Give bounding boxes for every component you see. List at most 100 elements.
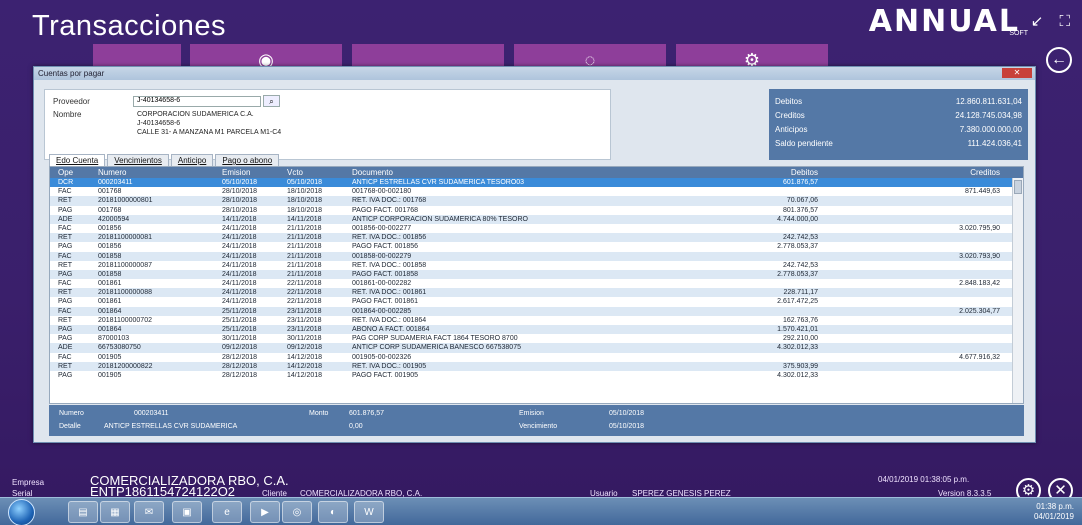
search-icon: ⌕: [269, 97, 274, 106]
header-creditos[interactable]: Creditos: [840, 168, 1000, 177]
totals-label: Saldo pendiente: [775, 139, 833, 148]
detail-panel: Numero 000203411 Monto 601.876,57 Emisio…: [49, 405, 1024, 436]
dialog-title-bar: Cuentas por pagar ✕: [34, 67, 1035, 80]
desktop-icon[interactable]: ▦: [100, 501, 130, 523]
table-row[interactable]: PAG 001856 24/11/2018 21/11/2018 PAGO FACT. …: [50, 242, 1023, 251]
explorer-icon[interactable]: ▤: [68, 501, 98, 523]
table-row[interactable]: RET 20181000000801 28/10/2018 18/10/2018 RET…: [50, 196, 1023, 206]
media-icon[interactable]: ▶: [250, 501, 280, 523]
search-button[interactable]: ⌕: [263, 95, 280, 107]
provider-info-panel: Proveedor J-40134658-6 ⌕ Nombre CORPORAC…: [44, 89, 611, 160]
totals-value: 12.860.811.631,04: [955, 97, 1022, 106]
table-cell: PAGO FACT. 001905: [352, 371, 419, 379]
table-cell: 4.302.012,33: [777, 371, 818, 379]
tab-edo-cuenta[interactable]: Edo Cuenta: [49, 154, 106, 166]
window-controls[interactable]: ↙ ⛶: [1031, 12, 1076, 30]
table-cell: 001864: [98, 326, 122, 333]
tab-vencimientos[interactable]: Vencimientos: [107, 154, 169, 166]
nombre-line-1: CORPORACION SUDAMERICA C.A.: [137, 111, 254, 118]
grid-header: Ope Numero Emision Vcto Documento Debito…: [50, 167, 1023, 178]
table-cell: 001905: [98, 371, 122, 379]
table-cell: 001858-00-002279: [352, 252, 412, 260]
chrome-icon[interactable]: ◎: [282, 501, 312, 523]
table-cell: 23/11/2018: [287, 307, 322, 315]
table-row[interactable]: ADE 66753080750 09/12/2018 09/12/2018 ANTICP…: [50, 343, 1023, 353]
header-emision[interactable]: Emision: [222, 168, 282, 177]
table-row[interactable]: ADE 42000594 14/11/2018 14/11/2018 ANTICP CO…: [50, 214, 1023, 224]
table-row[interactable]: PAG 001905 28/12/2018 14/12/2018 PAGO FACT. …: [50, 371, 1023, 380]
table-cell: 09/12/2018: [287, 344, 323, 352]
word-icon[interactable]: W: [354, 501, 384, 523]
table-row[interactable]: PAG 001861 24/11/2018 22/11/2018 PAGO FACT. …: [50, 297, 1023, 306]
table-cell: 21/11/2018: [287, 243, 322, 251]
table-cell: 20181100000081: [98, 234, 152, 242]
table-cell: PAG: [58, 243, 73, 251]
back-button[interactable]: ←: [1046, 47, 1072, 73]
header-numero[interactable]: Numero: [98, 168, 218, 177]
detail-vencimiento-value: 05/10/2018: [609, 423, 645, 430]
header-ope[interactable]: Ope: [58, 168, 98, 177]
table-cell: 2.778.053,37: [777, 243, 818, 251]
table-cell: 18/10/2018: [287, 197, 323, 205]
table-cell: 20181000000801: [98, 197, 153, 205]
table-row[interactable]: PAG 87000103 30/11/2018 30/11/2018 PAG CORP …: [50, 334, 1023, 343]
table-row[interactable]: FAC 001856 24/11/2018 21/11/2018 001856-00-0…: [50, 224, 1023, 233]
table-cell: 23/11/2018: [287, 316, 322, 324]
table-row[interactable]: FAC 001861 24/11/2018 22/11/2018 001861-00-0…: [50, 279, 1023, 288]
ie-icon[interactable]: e: [212, 501, 242, 523]
dialog-close-button[interactable]: ✕: [1002, 68, 1032, 78]
table-row[interactable]: FAC 001905 28/12/2018 14/12/2018 001905-00-0…: [50, 353, 1023, 362]
table-cell: PAGO FACT. 001861: [352, 298, 419, 306]
header-vcto[interactable]: Vcto: [287, 168, 345, 177]
table-cell: 375.903,99: [782, 362, 818, 370]
table-row[interactable]: PAG 001768 28/10/2018 18/10/2018 PAGO FACT. …: [50, 206, 1023, 215]
outlook-icon[interactable]: ✉: [134, 501, 164, 523]
table-row[interactable]: RET 20181100000702 25/11/2018 23/11/2018 RET…: [50, 316, 1023, 325]
tab-pago-abono[interactable]: Pago o abono: [215, 154, 280, 166]
app-window: Transacciones ANNUAL SOFT ↙ ⛶ ← ◉ ◌ ⚙ Cu…: [0, 0, 1082, 503]
grid-scrollbar[interactable]: [1012, 178, 1023, 403]
table-cell: RET: [58, 234, 72, 242]
header-documento[interactable]: Documento: [352, 168, 772, 177]
table-row[interactable]: RET 20181100000087 24/11/2018 21/11/2018 RET…: [50, 261, 1023, 270]
tab-bar: Edo Cuenta Vencimientos Anticipo Pago o …: [49, 154, 280, 166]
table-row[interactable]: RET 20181200000822 28/12/2018 14/12/2018 RET…: [50, 361, 1023, 371]
table-cell: 28/10/2018: [222, 188, 258, 196]
system-tray[interactable]: 01:38 p.m. 04/01/2019: [1034, 502, 1074, 522]
table-cell: 87000103: [98, 335, 130, 343]
monitor-icon[interactable]: ▣: [172, 501, 202, 523]
table-cell: 001858: [98, 252, 122, 260]
table-row[interactable]: PAG 001858 24/11/2018 21/11/2018 PAGO FACT. …: [50, 269, 1023, 280]
tab-anticipo[interactable]: Anticipo: [170, 154, 214, 166]
table-cell: 24/11/2018: [222, 224, 257, 232]
table-row[interactable]: FAC 001864 25/11/2018 23/11/2018 001864-00-0…: [50, 306, 1023, 316]
table-cell: 21/11/2018: [287, 224, 322, 232]
scrollbar-thumb[interactable]: [1014, 180, 1022, 194]
table-cell: 14/11/2018: [287, 215, 322, 223]
table-cell: 4.744.000,00: [777, 215, 818, 223]
table-cell: 18/10/2018: [287, 188, 323, 196]
table-row[interactable]: PAG 001864 25/11/2018 23/11/2018 ABONO A FAC…: [50, 325, 1023, 335]
table-row[interactable]: FAC 001768 28/10/2018 18/10/2018 001768-00-0…: [50, 187, 1023, 196]
status-datetime: 04/01/2019 01:38:05 p.m.: [878, 475, 970, 484]
table-cell: 28/12/2018: [222, 371, 258, 379]
start-button[interactable]: [8, 499, 35, 525]
table-cell: 20181100000087: [98, 261, 152, 269]
detail-detalle-value: ANTICP ESTRELLAS CVR SUDAMERICA: [104, 423, 238, 430]
proveedor-input[interactable]: J-40134658-6: [133, 96, 261, 107]
table-cell: 20181100000702: [98, 316, 152, 324]
annual-icon[interactable]: ◐: [318, 501, 348, 523]
table-row[interactable]: FAC 001858 24/11/2018 21/11/2018 001858-00-0…: [50, 251, 1023, 261]
table-cell: 70.067,06: [786, 197, 818, 205]
transactions-grid: Ope Numero Emision Vcto Documento Debito…: [49, 166, 1024, 404]
back-arrow-icon: ←: [1051, 51, 1067, 68]
cuentas-dialog: Cuentas por pagar ✕ Proveedor J-40134658…: [33, 66, 1036, 443]
nombre-line-3: CALLE 31- A MANZANA M1 PARCELA M1-C4: [137, 129, 282, 136]
table-cell: 18/10/2018: [287, 206, 323, 214]
table-cell: PAGO FACT. 001768: [352, 206, 419, 214]
table-row[interactable]: RET 20181100000081 24/11/2018 21/11/2018 RET…: [50, 233, 1023, 243]
table-cell: 001905: [98, 353, 122, 361]
table-row[interactable]: DCR 000203411 05/10/2018 05/10/2018 ANTICP E…: [50, 178, 1023, 188]
header-debitos[interactable]: Debitos: [710, 168, 818, 177]
table-row[interactable]: RET 20181100000088 24/11/2018 22/11/2018 RET…: [50, 288, 1023, 298]
